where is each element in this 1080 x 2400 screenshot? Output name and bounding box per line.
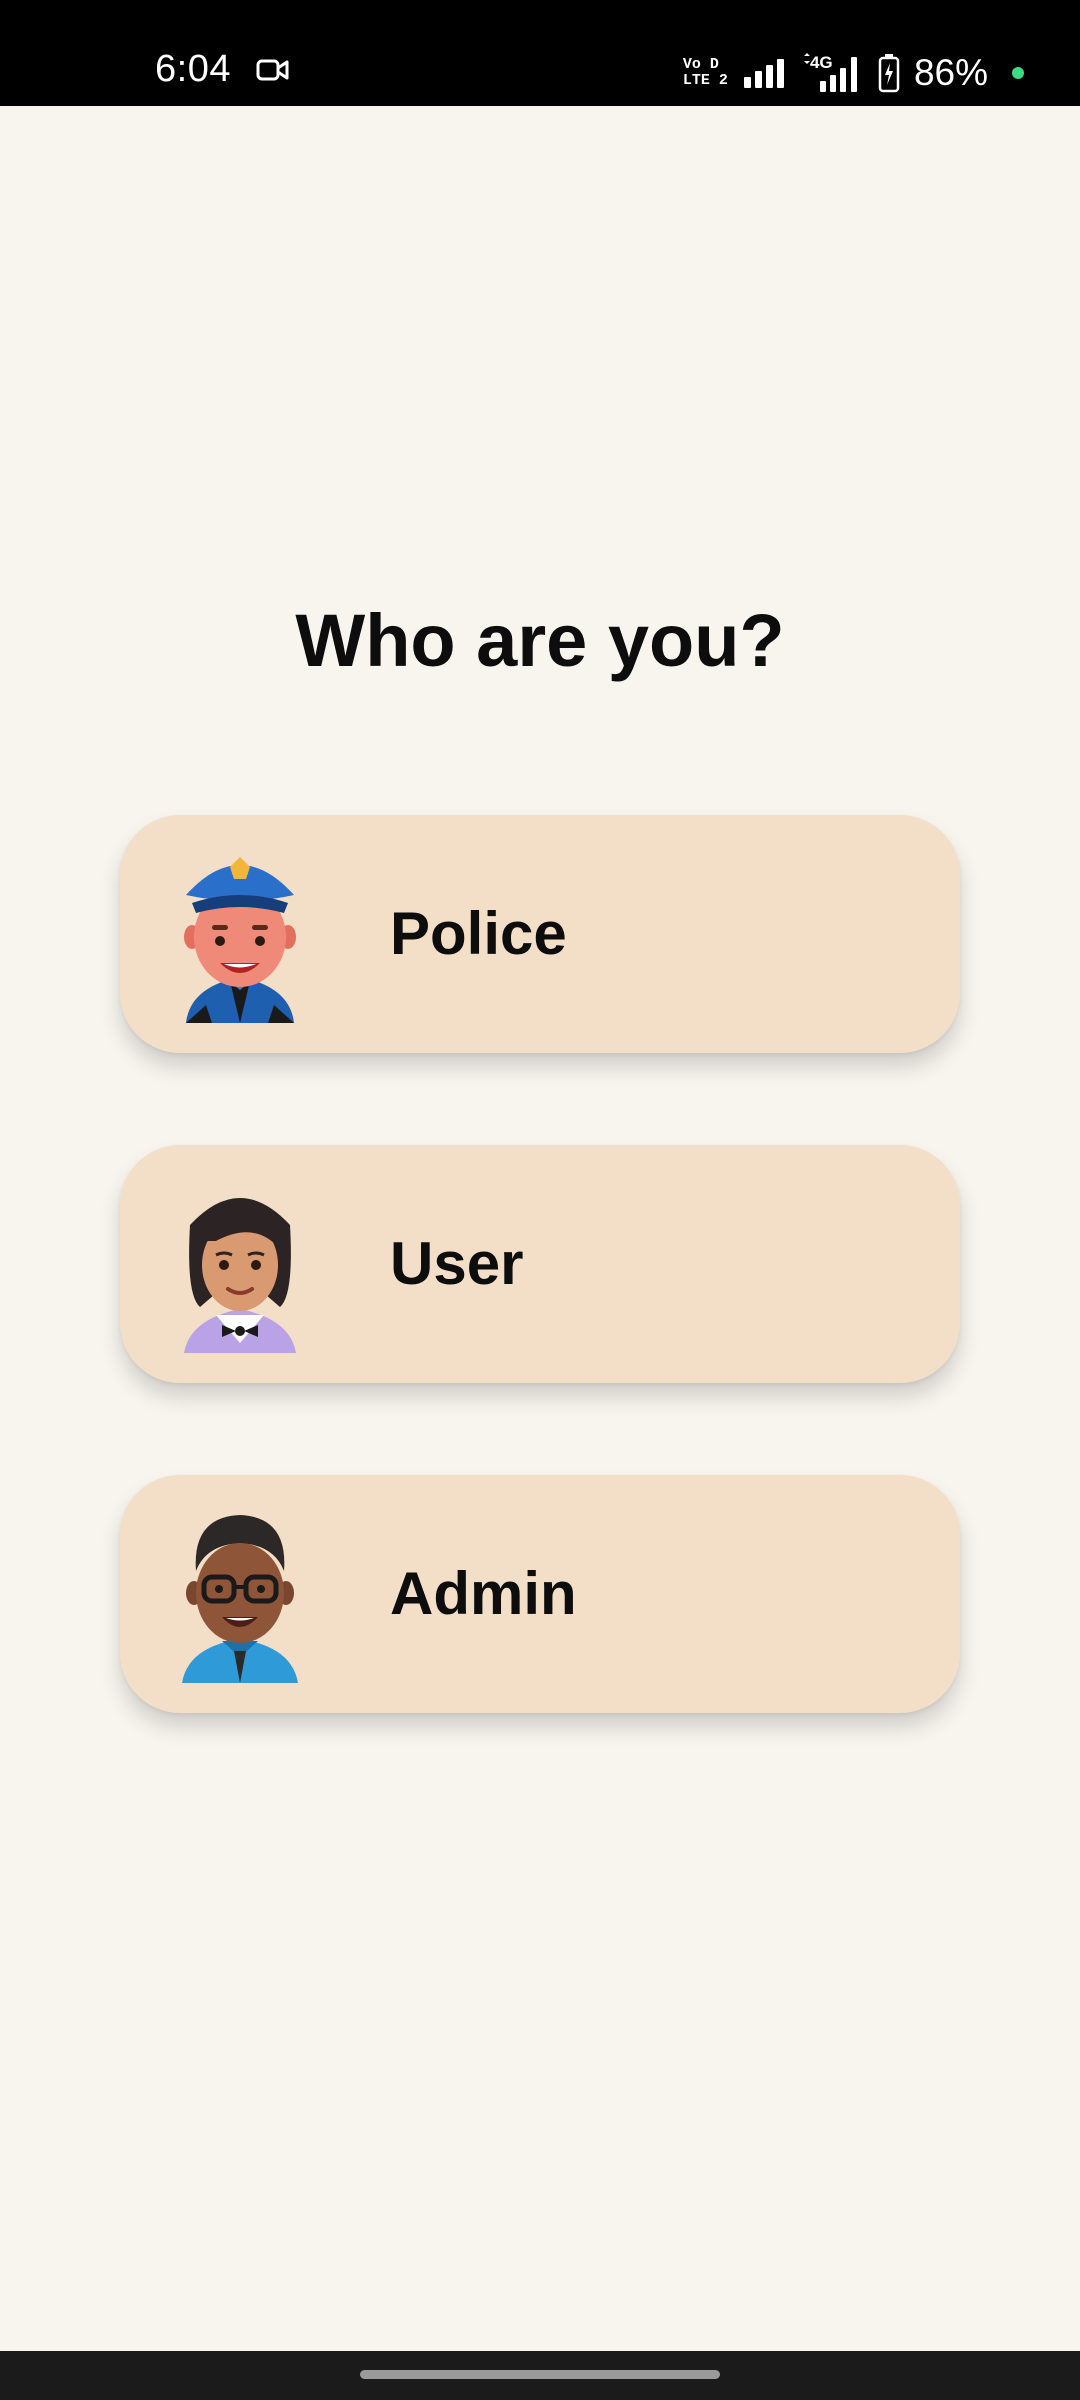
signal-icon — [743, 59, 784, 88]
police-role-label: Police — [390, 900, 567, 967]
admin-avatar-icon — [182, 1515, 298, 1683]
user-role-button[interactable]: User — [120, 1145, 960, 1383]
video-camera-icon — [256, 59, 289, 81]
battery-charging-icon — [878, 54, 900, 93]
user-avatar-icon — [184, 1198, 296, 1353]
status-bar: 6:04 Vo D LTE 2 4G 86% — [0, 0, 1080, 106]
signal-4g-icon: 4G — [800, 53, 864, 93]
navigation-bar — [0, 2351, 1080, 2400]
volte-line1: Vo D — [682, 56, 719, 73]
admin-role-label: Admin — [390, 1560, 577, 1627]
admin-role-button[interactable]: Admin — [120, 1475, 960, 1713]
police-avatar-icon — [184, 857, 296, 1023]
police-role-button[interactable]: Police — [120, 815, 960, 1053]
status-time: 6:04 — [155, 48, 231, 90]
signal-4g-bars — [803, 53, 857, 92]
volte-line2: LTE 2 — [682, 72, 728, 89]
page-title: Who are you? — [295, 599, 785, 682]
user-role-label: User — [390, 1230, 524, 1297]
volte-icon: Vo D LTE 2 — [683, 57, 728, 89]
home-gesture-handle[interactable] — [360, 2370, 720, 2379]
status-icons: Vo D LTE 2 4G 86% — [683, 48, 1024, 98]
privacy-dot-icon — [1012, 67, 1024, 79]
battery-percent: 86% — [913, 52, 988, 93]
